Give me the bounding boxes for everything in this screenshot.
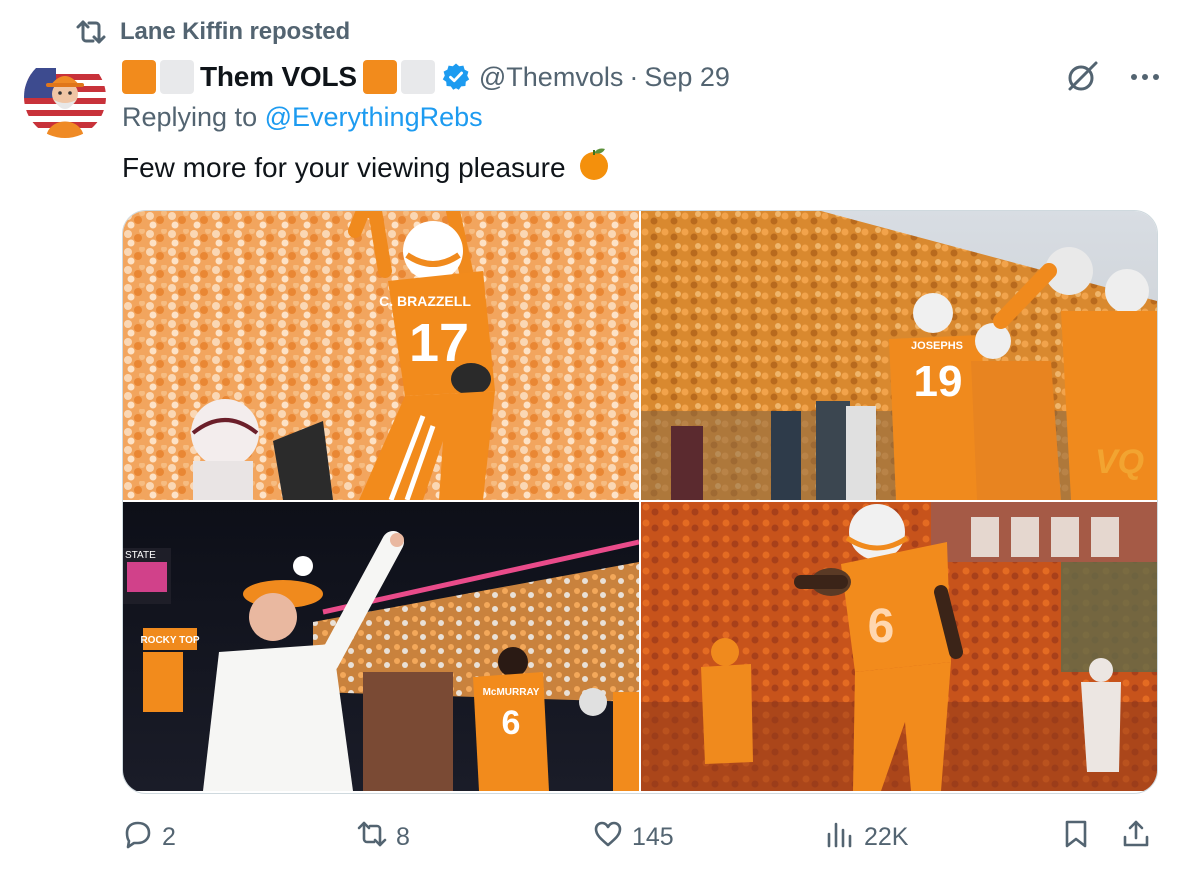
replying-to: Replying to @EverythingRebs: [122, 102, 483, 133]
jersey-number-text: 6: [502, 704, 521, 742]
watermark-text: VQ: [1095, 443, 1144, 481]
bookmark-button[interactable]: [1060, 816, 1092, 858]
photo-coach[interactable]: STATE ROCKY TOP McMURRAY 6: [123, 502, 639, 791]
header-actions: [1062, 56, 1162, 98]
media-grid: C. BRAZZELL 17 JOSEPHS 19 VQ STATE ROCKY…: [122, 210, 1158, 794]
share-button[interactable]: [1120, 816, 1152, 858]
author-name[interactable]: Them VOLS: [200, 61, 357, 93]
repost-icon: [356, 818, 388, 857]
reply-count: 2: [162, 822, 176, 851]
jersey-name-text: C. BRAZZELL: [379, 293, 471, 309]
views-button[interactable]: 22K: [824, 816, 908, 858]
reply-button[interactable]: 2: [122, 816, 176, 858]
orange-square-icon: [362, 60, 397, 94]
orange-icon: [576, 146, 612, 189]
jersey-number-text: 6: [868, 600, 895, 653]
orange-square-icon: [122, 60, 156, 94]
tweet-body: Few more for your viewing pleasure: [122, 151, 566, 183]
view-count: 22K: [864, 822, 909, 851]
reposted-by-text: Lane Kiffin reposted: [120, 18, 351, 45]
analytics-icon: [824, 818, 856, 857]
photo-ball-carrier[interactable]: 6: [641, 502, 1157, 791]
avatar[interactable]: [24, 56, 106, 138]
tweet-date[interactable]: Sep 29: [644, 62, 730, 93]
jersey-number-text: 19: [914, 357, 963, 406]
share-icon: [1120, 818, 1152, 857]
bookmark-icon: [1060, 818, 1092, 857]
repost-icon: [74, 17, 108, 47]
grok-icon[interactable]: [1062, 57, 1102, 97]
jersey-number-text: 17: [409, 313, 469, 373]
more-options-icon[interactable]: [1128, 60, 1162, 94]
photo-celebration[interactable]: JOSEPHS 19 VQ: [641, 211, 1157, 500]
social-context[interactable]: Lane Kiffin reposted: [74, 14, 350, 50]
photo-catch[interactable]: C. BRAZZELL 17: [123, 211, 639, 500]
separator-dot: ·: [629, 61, 639, 92]
like-count: 145: [632, 822, 674, 851]
sign-text: ROCKY TOP: [140, 635, 199, 646]
reply-mention-link[interactable]: @EverythingRebs: [265, 102, 483, 132]
reply-icon: [122, 818, 154, 857]
jersey-name-text: JOSEPHS: [911, 340, 963, 352]
tweet-header: Them VOLS @Themvols · Sep 29: [122, 56, 1162, 98]
white-square-icon: [400, 60, 435, 94]
scoreboard-text: STATE: [125, 550, 156, 561]
author-handle[interactable]: @Themvols: [479, 62, 623, 93]
repost-button[interactable]: 8: [356, 816, 410, 858]
white-square-icon: [160, 60, 194, 94]
jersey-name-text: McMURRAY: [483, 687, 540, 698]
like-button[interactable]: 145: [592, 816, 674, 858]
repost-count: 8: [396, 822, 410, 851]
tweet-text: Few more for your viewing pleasure: [122, 146, 612, 189]
heart-icon: [592, 818, 624, 857]
action-bar: 2 8 145 22K: [122, 816, 1156, 858]
verified-badge-icon[interactable]: [441, 62, 471, 92]
replying-prefix: Replying to: [122, 102, 258, 132]
